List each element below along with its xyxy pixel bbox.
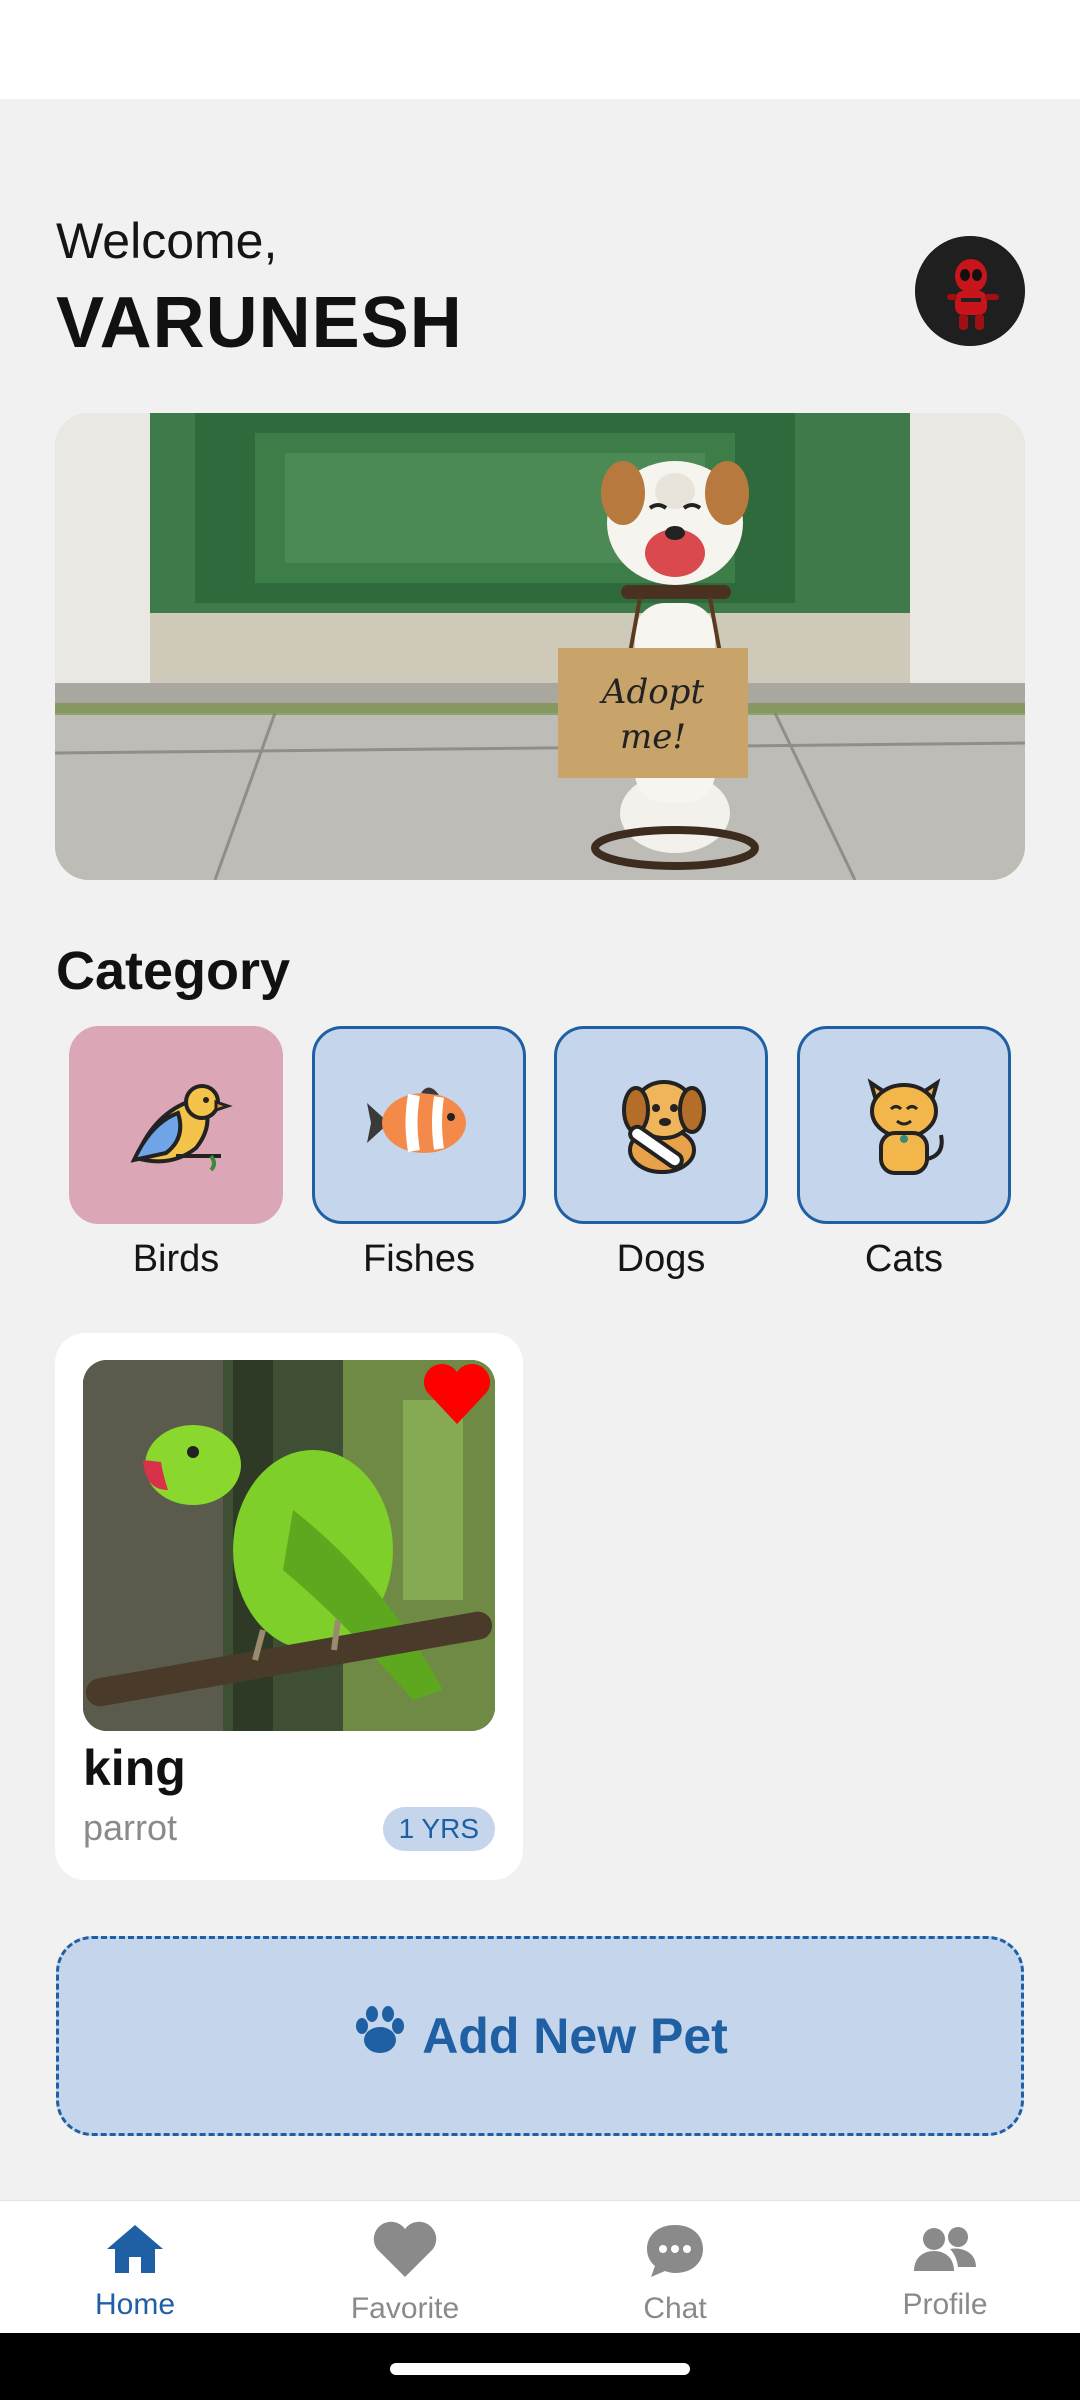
nav-home-label: Home: [94, 2288, 176, 2321]
cat-icon: [849, 1063, 959, 1188]
heart-icon: [371, 2221, 439, 2286]
status-bar: [0, 0, 1080, 99]
add-new-pet-label: Add New Pet: [422, 2008, 728, 2064]
avatar[interactable]: [915, 236, 1025, 346]
category-label-birds: Birds: [132, 1238, 220, 1280]
bottom-navigation: Home Favorite Chat Profile: [0, 2200, 1080, 2333]
category-label-dogs: Dogs: [616, 1238, 706, 1280]
category-cats[interactable]: [797, 1026, 1011, 1224]
welcome-text: Welcome,: [56, 213, 278, 269]
bird-icon: [116, 1068, 236, 1183]
category-fishes[interactable]: [312, 1026, 526, 1224]
profile-icon: [910, 2221, 980, 2282]
nav-profile-label: Profile: [902, 2288, 988, 2321]
category-label-fishes: Fishes: [363, 1238, 475, 1280]
nav-favorite-label: Favorite: [350, 2292, 460, 2325]
pet-name: king: [83, 1740, 186, 1796]
nav-home[interactable]: Home: [0, 2201, 270, 2334]
chat-icon: [643, 2221, 707, 2286]
nav-profile[interactable]: Profile: [810, 2201, 1080, 2334]
svg-text:me!: me!: [620, 717, 686, 757]
nav-favorite[interactable]: Favorite: [270, 2201, 540, 2334]
category-birds[interactable]: [69, 1026, 283, 1224]
home-icon: [103, 2221, 167, 2282]
home-gesture-pill[interactable]: [390, 2363, 690, 2375]
pet-type: parrot: [83, 1807, 178, 1848]
paw-icon: [352, 2002, 408, 2070]
nav-chat-label: Chat: [643, 2292, 707, 2325]
category-title: Category: [56, 941, 291, 1001]
add-new-pet-button[interactable]: Add New Pet: [56, 1936, 1024, 2136]
pet-photo: [83, 1360, 495, 1731]
svg-text:Adopt: Adopt: [599, 672, 705, 712]
nav-chat[interactable]: Chat: [540, 2201, 810, 2334]
username: VARUNESH: [56, 283, 463, 363]
pet-card[interactable]: king parrot 1 YRS: [55, 1333, 523, 1880]
category-dogs[interactable]: [554, 1026, 768, 1224]
favorite-heart-icon[interactable]: [421, 1362, 493, 1428]
system-navigation-bar: [0, 2333, 1080, 2400]
hero-banner-image: Adopt me!: [55, 413, 1025, 880]
fish-icon: [359, 1073, 479, 1178]
pet-age-badge: 1 YRS: [382, 1807, 495, 1851]
category-label-cats: Cats: [864, 1238, 944, 1280]
dog-icon: [606, 1068, 716, 1183]
